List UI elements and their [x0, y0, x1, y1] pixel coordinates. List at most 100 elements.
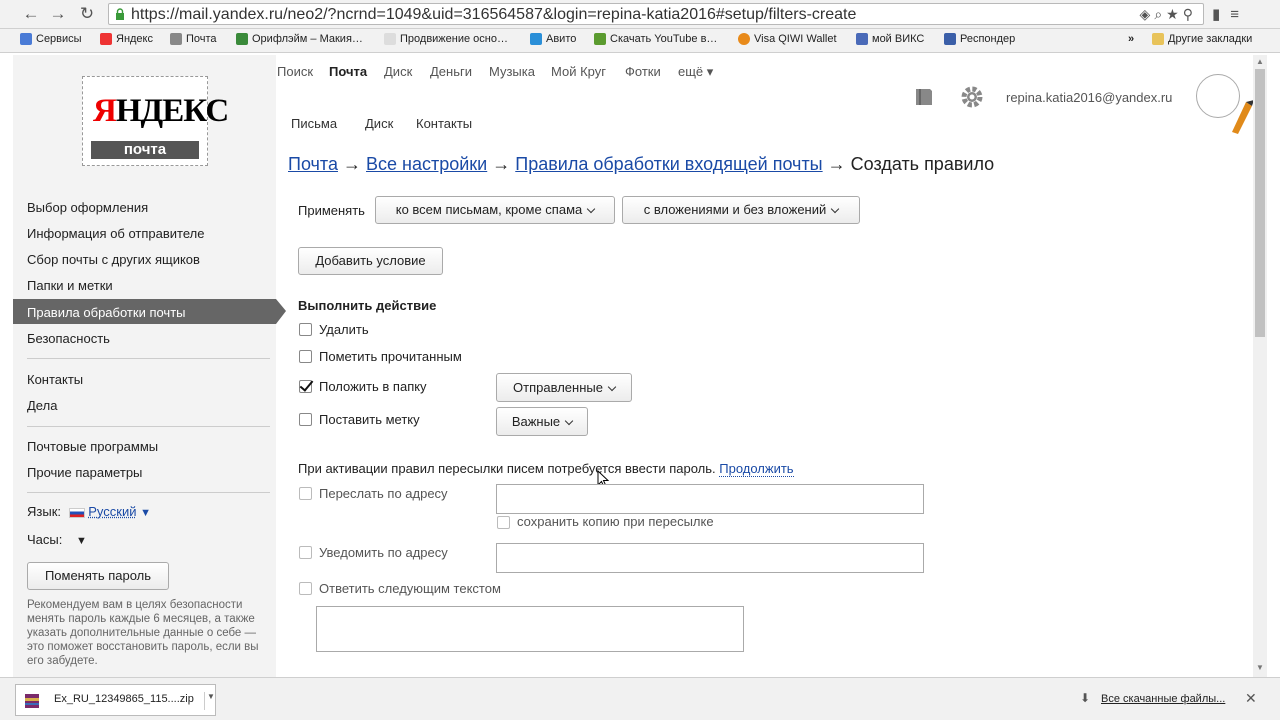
yandex-icon [100, 33, 112, 45]
yandex-mail-logo[interactable]: ЯНДЕКС почта [82, 76, 229, 166]
bookmark-responder[interactable]: Респондер [944, 33, 1015, 45]
top-nav-mail[interactable]: Почта [329, 64, 367, 79]
forward-password-notice: При активации правил пересылки писем пот… [298, 461, 794, 477]
all-downloads-link[interactable]: Все скачанные файлы... [1101, 693, 1225, 705]
star-icon[interactable]: ★ [1166, 6, 1183, 22]
notify-address-input[interactable] [496, 543, 924, 573]
top-nav-search[interactable]: Поиск [277, 64, 313, 79]
top-nav-photos[interactable]: Фотки [625, 64, 661, 79]
attachments-select[interactable]: с вложениями и без вложений [622, 196, 860, 224]
bookmark-services[interactable]: Сервисы [20, 33, 82, 45]
set-label-checkbox[interactable] [299, 413, 312, 426]
forward-address-input[interactable] [496, 484, 924, 514]
qiwi-icon [738, 33, 750, 45]
reply-text-area[interactable] [316, 606, 744, 652]
sidebar-item-theme[interactable]: Выбор оформления [27, 200, 148, 215]
folder-icon [1152, 33, 1164, 45]
oriflame-icon [236, 33, 248, 45]
keep-copy-checkbox[interactable] [497, 516, 510, 529]
reload-icon[interactable]: ↻ [76, 4, 98, 24]
add-condition-button[interactable]: Добавить условие [298, 247, 443, 275]
delete-label[interactable]: Удалить [319, 322, 369, 337]
zoom-icon[interactable]: ⌕ [1154, 6, 1166, 22]
change-password-button[interactable]: Поменять пароль [27, 562, 169, 590]
translate-icon[interactable]: ◈ [1140, 6, 1155, 22]
mark-read-checkbox[interactable] [299, 350, 312, 363]
sidebar-item-mail-clients[interactable]: Почтовые программы [27, 439, 158, 454]
tab-contacts[interactable]: Контакты [416, 116, 472, 131]
top-nav-my-circle[interactable]: Мой Круг [551, 64, 606, 79]
bookmark-vix[interactable]: мой ВИКС [856, 33, 924, 45]
folder-select[interactable]: Отправленные [496, 373, 632, 402]
top-nav-money[interactable]: Деньги [430, 64, 472, 79]
sidebar-item-collect-mail[interactable]: Сбор почты с других ящиков [27, 252, 200, 267]
clock-row: Часы: ▼ [27, 532, 87, 547]
chevron-down-icon[interactable]: ▼ [140, 507, 151, 519]
forward-icon[interactable]: → [47, 4, 69, 24]
reply-checkbox[interactable] [299, 582, 312, 595]
top-nav-more[interactable]: ещё ▾ [678, 64, 713, 80]
user-email[interactable]: repina.katia2016@yandex.ru [1006, 90, 1172, 105]
breadcrumb-mail-rules[interactable]: Правила обработки входящей почты [515, 154, 822, 174]
gear-icon[interactable] [959, 84, 985, 110]
chevron-down-icon [586, 204, 596, 214]
continue-link[interactable]: Продолжить [719, 461, 794, 477]
sidebar-item-folders[interactable]: Папки и метки [27, 278, 113, 293]
tab-letters[interactable]: Письма [291, 116, 337, 131]
chevron-down-icon[interactable]: ▼ [207, 692, 215, 701]
breadcrumb-mail[interactable]: Почта [288, 154, 338, 174]
download-shelf: Ex_RU_12349865_115....zip ▼ ⬇ Все скачан… [0, 677, 1280, 720]
top-nav-disk[interactable]: Диск [384, 64, 412, 79]
menu-icon[interactable]: ≡ [1230, 6, 1249, 23]
apply-scope-select[interactable]: ко всем письмам, кроме спама [375, 196, 615, 224]
delete-checkbox[interactable] [299, 323, 312, 336]
scroll-up-icon[interactable]: ▲ [1256, 57, 1264, 66]
bookmark-mail[interactable]: Почта [170, 33, 217, 45]
sidebar-item-contacts[interactable]: Контакты [27, 372, 83, 387]
reply-label[interactable]: Ответить следующим текстом [319, 581, 501, 596]
scroll-thumb[interactable] [1255, 69, 1265, 337]
bookmark-youtube-download[interactable]: Скачать YouTube в… [594, 33, 717, 45]
bookmark-promo[interactable]: Продвижение осно… [384, 33, 508, 45]
chevron-down-icon[interactable]: ▼ [76, 535, 87, 547]
back-icon[interactable]: ← [20, 4, 42, 24]
bookmark-other[interactable]: Другие закладки [1152, 33, 1252, 45]
mark-read-label[interactable]: Пометить прочитанным [319, 349, 462, 364]
close-icon[interactable]: ✕ [1245, 690, 1257, 707]
sidebar-item-sender-info[interactable]: Информация об отправителе [27, 226, 204, 241]
notify-checkbox[interactable] [299, 546, 312, 559]
bookmark-avito[interactable]: Авито [530, 33, 576, 45]
address-bar[interactable]: https://mail.yandex.ru/neo2/?ncrnd=1049&… [108, 3, 1204, 25]
sidebar-item-other-params[interactable]: Прочие параметры [27, 465, 142, 480]
chevron-down-icon [564, 416, 574, 426]
sidebar-divider [27, 492, 270, 493]
move-to-folder-label[interactable]: Положить в папку [319, 379, 427, 394]
set-label-label[interactable]: Поставить метку [319, 412, 420, 427]
forward-label[interactable]: Переслать по адресу [319, 486, 448, 501]
sidebar-item-tasks[interactable]: Дела [27, 398, 57, 413]
apply-label: Применять [298, 203, 365, 218]
scroll-down-icon[interactable]: ▼ [1256, 663, 1264, 672]
forward-checkbox[interactable] [299, 487, 312, 500]
keep-copy-label[interactable]: сохранить копию при пересылке [517, 514, 714, 529]
extension-icon[interactable]: ⚲ [1183, 6, 1197, 22]
bookmark-qiwi[interactable]: Visa QIWI Wallet [738, 33, 837, 45]
move-to-folder-checkbox[interactable] [299, 380, 312, 393]
bookmark-oriflame[interactable]: Орифлэйм – Макия… [236, 33, 363, 45]
page-icon[interactable]: ▮ [1212, 6, 1230, 23]
page-icon [384, 33, 396, 45]
label-select[interactable]: Важные [496, 407, 588, 436]
tab-disk[interactable]: Диск [365, 116, 393, 131]
bookmarks-overflow-button[interactable]: » [1128, 33, 1134, 45]
actions-title: Выполнить действие [298, 298, 437, 313]
breadcrumb-all-settings[interactable]: Все настройки [366, 154, 487, 174]
bookmark-yandex[interactable]: Яндекс [100, 33, 153, 45]
notify-label[interactable]: Уведомить по адресу [319, 545, 448, 560]
sidebar-item-mail-rules[interactable]: Правила обработки почты [27, 305, 186, 320]
notes-icon[interactable] [913, 86, 935, 108]
language-selector[interactable]: Русский [88, 504, 136, 519]
top-nav-music[interactable]: Музыка [489, 64, 535, 79]
page-scrollbar[interactable]: ▲ ▼ [1253, 55, 1267, 677]
download-item[interactable]: Ex_RU_12349865_115....zip ▼ [15, 684, 216, 716]
sidebar-item-security[interactable]: Безопасность [27, 331, 110, 346]
